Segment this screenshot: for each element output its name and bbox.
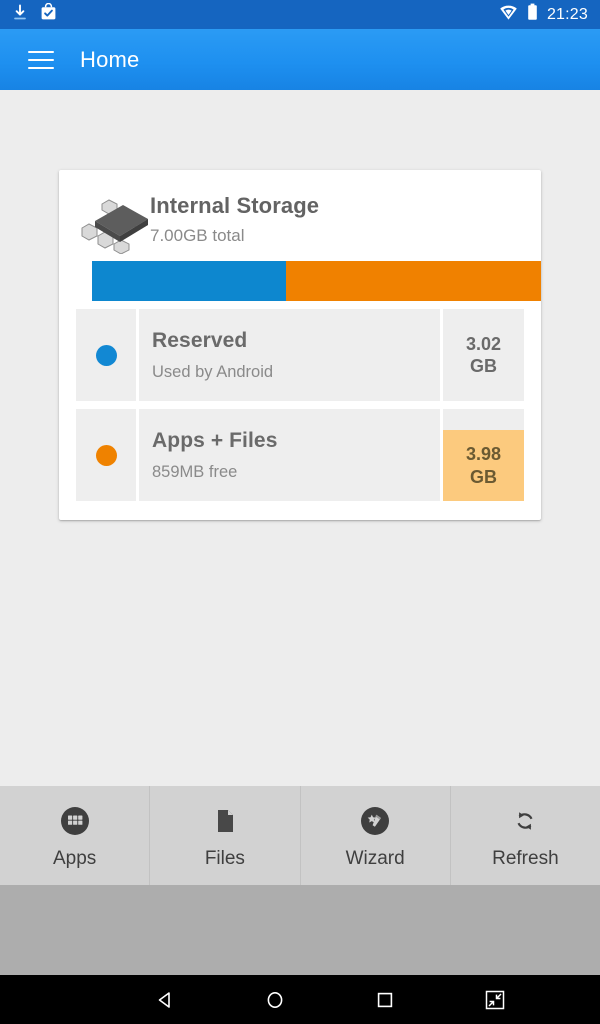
status-bar: 21:23 (0, 0, 600, 29)
row-value: 3.98 GB (466, 443, 501, 488)
android-nav-bar (0, 975, 600, 1024)
storage-total: 7.00GB total (150, 226, 245, 246)
row-subtitle: 859MB free (152, 462, 238, 481)
page-title: Home (80, 46, 140, 72)
recents-square-icon[interactable] (370, 985, 400, 1015)
download-icon (12, 4, 28, 26)
battery-icon (527, 3, 538, 26)
storage-usage-bar (92, 261, 541, 301)
row-value-cell: 3.02 GB (443, 309, 524, 401)
file-document-icon (210, 804, 240, 838)
storage-breakdown-list: Reserved Used by Android 3.02 GB Apps + … (76, 309, 524, 501)
toolbar-label: Apps (52, 847, 97, 869)
toolbar-item-refresh[interactable]: Refresh (451, 786, 600, 885)
status-bar-clock: 21:23 (546, 5, 588, 23)
wifi-icon (499, 4, 518, 26)
status-bar-left-icons (12, 2, 57, 26)
legend-color-cell (76, 409, 136, 501)
row-value-unit: GB (469, 466, 497, 487)
app-install-icon (40, 2, 57, 26)
legend-color-cell (76, 309, 136, 401)
bottom-toolbar: Apps Files Wizard Refresh (0, 786, 600, 885)
usage-segment-reserved (92, 261, 286, 301)
row-title: Reserved (152, 329, 248, 353)
row-value-number: 3.98 (465, 444, 502, 464)
row-value-unit: GB (469, 356, 497, 376)
toolbar-label: Files (204, 847, 245, 869)
row-value: 3.02 GB (466, 333, 501, 378)
memory-chip-icon (76, 192, 150, 255)
card-header: Internal Storage 7.00GB total (76, 186, 524, 256)
background-filler (0, 885, 600, 975)
back-triangle-icon[interactable] (150, 985, 180, 1015)
apps-grid-icon (60, 804, 90, 838)
row-subtitle: Used by Android (152, 362, 274, 381)
table-row[interactable]: Reserved Used by Android 3.02 GB (76, 309, 524, 401)
storage-title: Internal Storage (150, 193, 320, 218)
shrink-window-icon[interactable] (480, 985, 510, 1015)
row-title: Apps + Files (152, 429, 278, 453)
home-circle-icon[interactable] (260, 985, 290, 1015)
card-header-text: Internal Storage 7.00GB total (150, 186, 319, 246)
status-bar-right-icons: 21:23 (499, 3, 588, 26)
toolbar-item-wizard[interactable]: Wizard (301, 786, 451, 885)
toolbar-item-apps[interactable]: Apps (0, 786, 151, 885)
magic-wand-icon (360, 804, 390, 838)
refresh-icon (510, 804, 540, 838)
hamburger-menu-icon[interactable] (28, 50, 54, 69)
row-label-cell: Apps + Files 859MB free (139, 409, 440, 501)
value-highlight-box: 3.98 GB (443, 430, 524, 501)
legend-dot-icon (95, 444, 117, 466)
toolbar-item-files[interactable]: Files (150, 786, 301, 885)
row-label-cell: Reserved Used by Android (139, 309, 440, 401)
app-bar: Home (0, 29, 600, 90)
row-value-number: 3.02 (465, 333, 502, 354)
toolbar-label: Wizard (345, 847, 405, 869)
usage-segment-apps-files (285, 261, 541, 301)
app-screen: 21:23 Home Internal Storage 7.00GB total… (0, 0, 600, 1024)
toolbar-label: Refresh (492, 847, 559, 869)
row-value-cell-highlighted: 3.98 GB (443, 409, 524, 501)
table-row[interactable]: Apps + Files 859MB free 3.98 GB (76, 409, 524, 501)
legend-dot-icon (95, 344, 117, 366)
internal-storage-card[interactable]: Internal Storage 7.00GB total Reserved U… (59, 170, 541, 520)
